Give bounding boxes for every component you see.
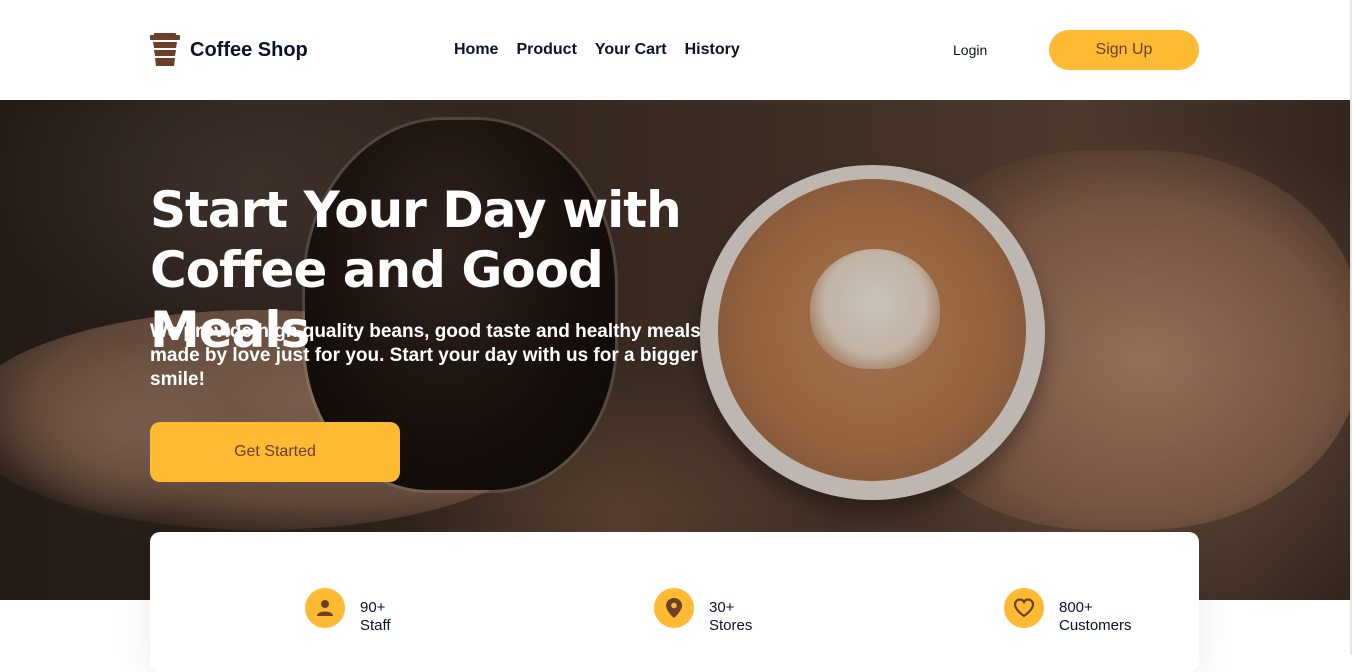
heart-icon xyxy=(1004,588,1044,628)
get-started-button[interactable]: Get Started xyxy=(150,422,400,482)
login-link[interactable]: Login xyxy=(953,42,987,58)
navbar: Coffee Shop Home Product Your Cart Histo… xyxy=(0,0,1352,100)
coffee-cup-icon xyxy=(150,33,180,66)
stat-stores-label: Stores xyxy=(709,617,753,634)
nav-home[interactable]: Home xyxy=(454,40,498,60)
location-pin-icon xyxy=(654,588,694,628)
stat-stores: 30+ Stores xyxy=(654,588,752,635)
brand-name: Coffee Shop xyxy=(190,38,308,61)
nav-your-cart[interactable]: Your Cart xyxy=(595,40,667,60)
hero-title-line1: Start Your Day with xyxy=(150,181,682,239)
stat-customers-label: Customers xyxy=(1059,617,1132,634)
nav-history[interactable]: History xyxy=(685,40,740,60)
stat-staff: 90+ Staff xyxy=(305,588,391,635)
stats-card: 90+ Staff 30+ Stores 800+ Customers xyxy=(150,532,1199,672)
signup-button[interactable]: Sign Up xyxy=(1049,30,1199,70)
hero-subtitle: We provide high quality beans, good tast… xyxy=(150,321,701,390)
main-nav: Home Product Your Cart History xyxy=(454,40,758,60)
nav-product[interactable]: Product xyxy=(516,40,576,60)
stat-customers: 800+ Customers xyxy=(1004,588,1132,635)
user-icon xyxy=(305,588,345,628)
hero-section: Start Your Day with Coffee and Good Meal… xyxy=(0,100,1352,600)
stat-customers-value: 800+ xyxy=(1059,599,1093,616)
stat-staff-value: 90+ xyxy=(360,599,386,616)
brand[interactable]: Coffee Shop xyxy=(150,33,308,67)
stat-staff-label: Staff xyxy=(360,617,391,634)
stat-stores-value: 30+ xyxy=(709,599,735,616)
